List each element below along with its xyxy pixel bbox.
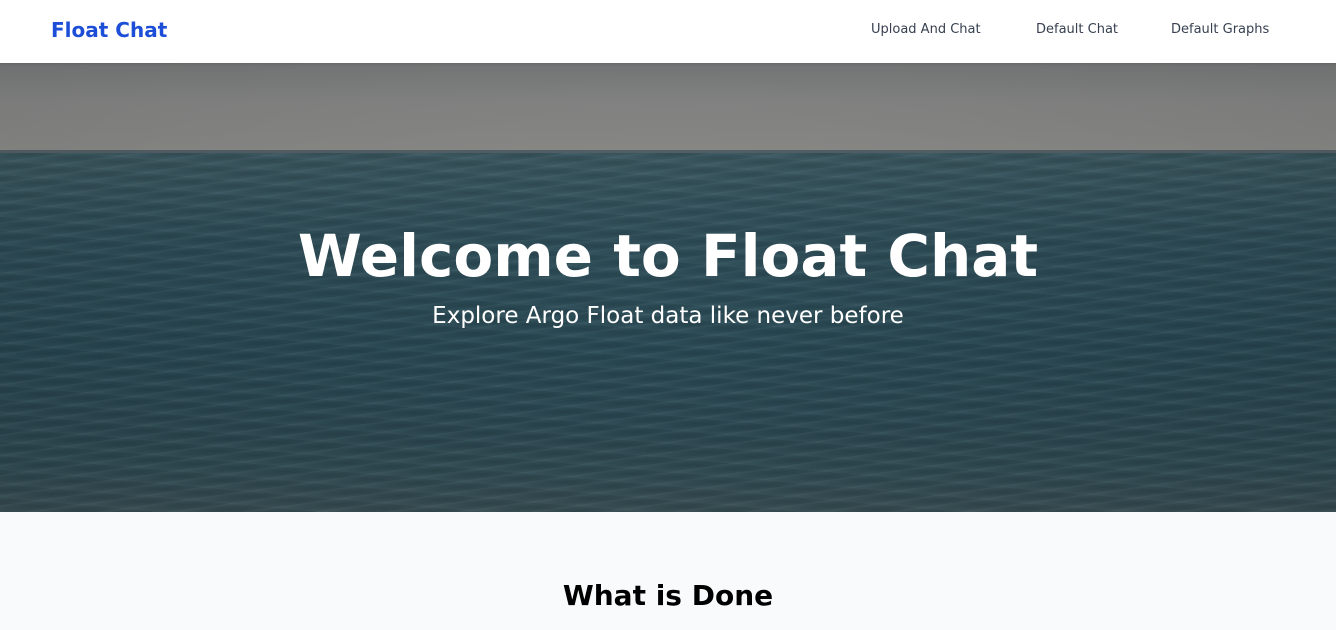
- nav-link-upload-and-chat[interactable]: Upload And Chat: [871, 20, 981, 40]
- navbar: Float Chat Upload And Chat Default Chat …: [0, 0, 1336, 63]
- nav-link-default-graphs[interactable]: Default Graphs: [1171, 20, 1269, 40]
- hero-banner: Welcome to Float Chat Explore Argo Float…: [0, 63, 1336, 512]
- what-is-done-section: What is Done: [0, 512, 1336, 630]
- hero-subtitle: Explore Argo Float data like never befor…: [432, 303, 904, 329]
- section-title: What is Done: [562, 579, 774, 612]
- hero-title: Welcome to Float Chat: [297, 222, 1039, 290]
- nav-links: Upload And Chat Default Chat Default Gra…: [0, 20, 1336, 40]
- nav-link-default-chat[interactable]: Default Chat: [1036, 20, 1118, 40]
